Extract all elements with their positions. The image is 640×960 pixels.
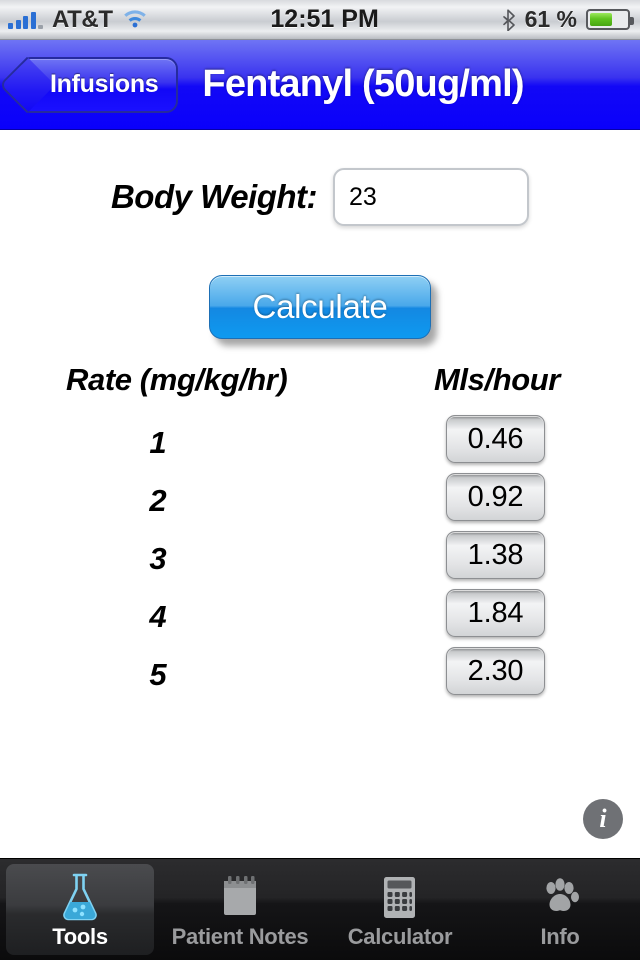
table-row: 1 0.46 xyxy=(0,415,640,473)
wifi-icon xyxy=(123,10,146,28)
flask-icon xyxy=(57,870,103,922)
status-bar-left: AT&T xyxy=(0,6,148,34)
table-row: 4 1.84 xyxy=(0,589,640,647)
rate-value: 5 xyxy=(149,657,167,692)
tab-calculator[interactable]: Calculator xyxy=(320,859,480,960)
table-row: 5 2.30 xyxy=(0,647,640,705)
bluetooth-icon xyxy=(502,8,515,31)
column-header-mls: Mls/hour xyxy=(434,362,560,397)
tab-label: Info xyxy=(540,923,580,949)
status-bar-right: 61 % xyxy=(502,6,640,33)
battery-icon xyxy=(586,9,634,30)
tab-label: Tools xyxy=(52,923,108,949)
tab-label: Patient Notes xyxy=(171,923,309,949)
notepad-icon xyxy=(217,870,263,922)
body-weight-input[interactable] xyxy=(333,168,530,226)
clock-label: 12:51 PM xyxy=(270,5,379,33)
column-header-rate: Rate (mg/kg/hr) xyxy=(66,362,288,397)
main-content: Body Weight: Calculate Rate (mg/kg/hr) M… xyxy=(0,130,640,858)
status-bar: AT&T 12:51 PM 61 % xyxy=(0,0,640,40)
tab-patient-notes[interactable]: Patient Notes xyxy=(160,859,320,960)
body-weight-row: Body Weight: xyxy=(0,168,640,226)
mls-result-field[interactable]: 2.30 xyxy=(446,647,545,695)
tab-bar: Tools Patient Notes Calculator Info xyxy=(0,858,640,960)
page-title: Fentanyl (50ug/ml) xyxy=(202,63,524,105)
mls-result-field[interactable]: 1.38 xyxy=(446,531,545,579)
navigation-bar: Infusions Fentanyl (50ug/ml) xyxy=(0,40,640,130)
app-root: AT&T 12:51 PM 61 % Infusions Fentanyl (5… xyxy=(0,0,640,960)
status-bar-center: 12:51 PM xyxy=(148,5,502,34)
calculator-icon xyxy=(377,870,423,922)
battery-percent-label: 61 % xyxy=(524,6,577,32)
paw-icon xyxy=(537,870,583,922)
carrier-label: AT&T xyxy=(52,5,113,33)
signal-strength-icon xyxy=(8,11,43,29)
table-row: 2 0.92 xyxy=(0,473,640,531)
calculate-button-wrap: Calculate xyxy=(0,275,640,339)
rate-value: 3 xyxy=(149,541,167,576)
mls-result-field[interactable]: 0.46 xyxy=(446,415,545,463)
rate-value: 1 xyxy=(149,425,167,460)
rate-value: 4 xyxy=(149,599,167,634)
back-button-label: Infusions xyxy=(50,70,159,98)
results-table-body: 1 0.46 2 0.92 3 1.38 4 1.84 5 2.30 xyxy=(0,415,640,705)
tab-info[interactable]: Info xyxy=(480,859,640,960)
tab-tools[interactable]: Tools xyxy=(0,859,160,960)
mls-result-field[interactable]: 0.92 xyxy=(446,473,545,521)
info-icon[interactable]: i xyxy=(583,799,623,839)
calculate-button[interactable]: Calculate xyxy=(209,275,431,339)
back-button-infusions[interactable]: Infusions xyxy=(22,56,179,113)
table-row: 3 1.38 xyxy=(0,531,640,589)
battery-fill xyxy=(590,13,612,26)
mls-result-field[interactable]: 1.84 xyxy=(446,589,545,637)
tab-label: Calculator xyxy=(347,923,453,949)
rate-value: 2 xyxy=(149,483,167,518)
body-weight-label: Body Weight: xyxy=(110,178,318,215)
